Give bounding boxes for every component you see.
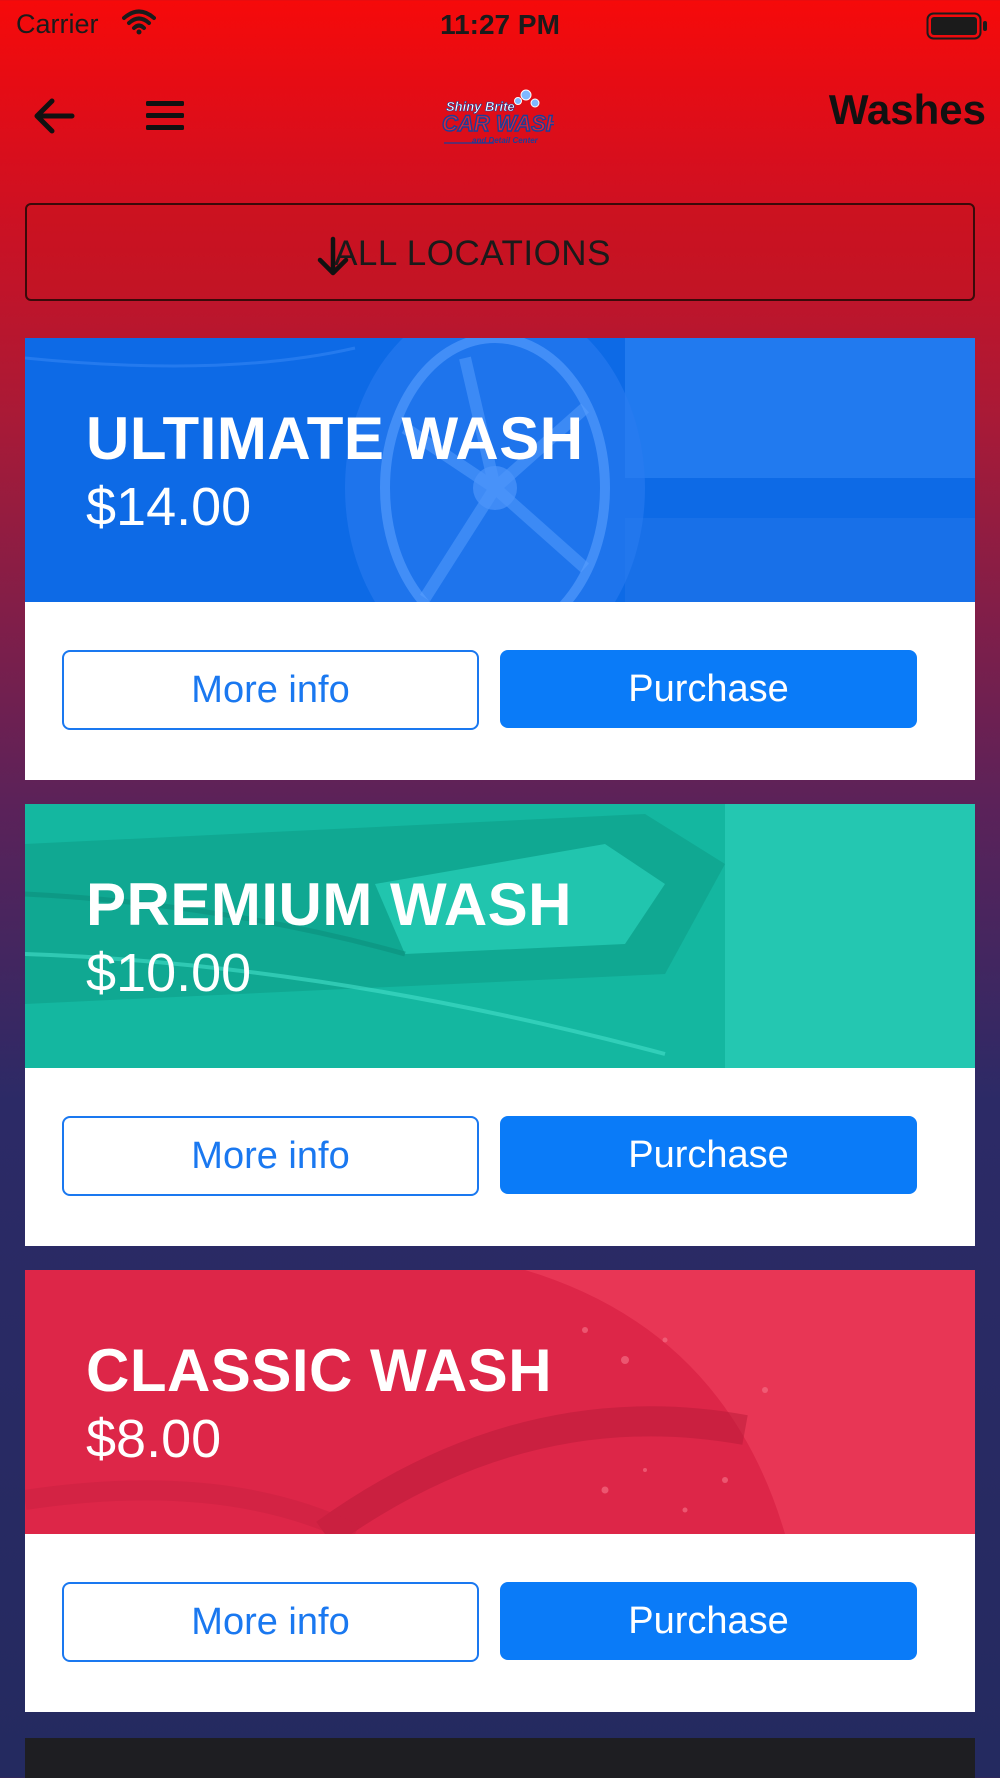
wash-name: CLASSIC WASH — [86, 1337, 553, 1404]
nav-bar: Shiny Brite CAR WASH and Detail Center W… — [0, 60, 1000, 170]
back-button[interactable] — [28, 90, 80, 142]
location-label: ALL LOCATIONS — [334, 234, 611, 273]
more-info-button[interactable]: More info — [62, 1116, 479, 1196]
page-title: Washes — [828, 86, 986, 133]
wash-name: PREMIUM WASH — [86, 871, 572, 938]
logo-line3: and Detail Center — [472, 136, 539, 145]
status-bar: Carrier 11:27 PM — [0, 0, 1000, 50]
purchase-button[interactable]: Purchase — [500, 1582, 917, 1660]
menu-button[interactable] — [140, 90, 192, 142]
arrow-left-icon — [34, 98, 75, 134]
wash-card-hero: CLASSIC WASH $8.00 — [25, 1270, 975, 1534]
location-selector[interactable]: ALL LOCATIONS — [25, 203, 975, 301]
wash-card-classic: CLASSIC WASH $8.00 More info Purchase — [25, 1270, 975, 1712]
wash-price: $8.00 — [86, 1409, 222, 1469]
wash-card-hero: ULTIMATE WASH $14.00 — [25, 338, 975, 602]
wash-card-premium: PREMIUM WASH $10.00 More info Purchase — [25, 804, 975, 1246]
wash-price: $10.00 — [86, 943, 252, 1003]
wash-name: ULTIMATE WASH — [86, 405, 584, 472]
hamburger-menu-icon — [146, 101, 184, 130]
more-info-button[interactable]: More info — [62, 650, 479, 730]
clock: 11:27 PM — [440, 9, 560, 40]
wash-card-partial — [25, 1738, 975, 1778]
wash-card-ultimate: ULTIMATE WASH $14.00 More info Purchase — [25, 338, 975, 780]
wash-price: $14.00 — [86, 477, 252, 537]
purchase-button[interactable]: Purchase — [500, 1116, 917, 1194]
more-info-button[interactable]: More info — [62, 1582, 479, 1662]
logo-line2: CAR WASH — [442, 111, 554, 136]
purchase-button[interactable]: Purchase — [500, 650, 917, 728]
battery-icon — [926, 12, 988, 47]
wash-card-hero: PREMIUM WASH $10.00 — [25, 804, 975, 1068]
brand-logo: Shiny Brite CAR WASH and Detail Center — [438, 85, 564, 155]
